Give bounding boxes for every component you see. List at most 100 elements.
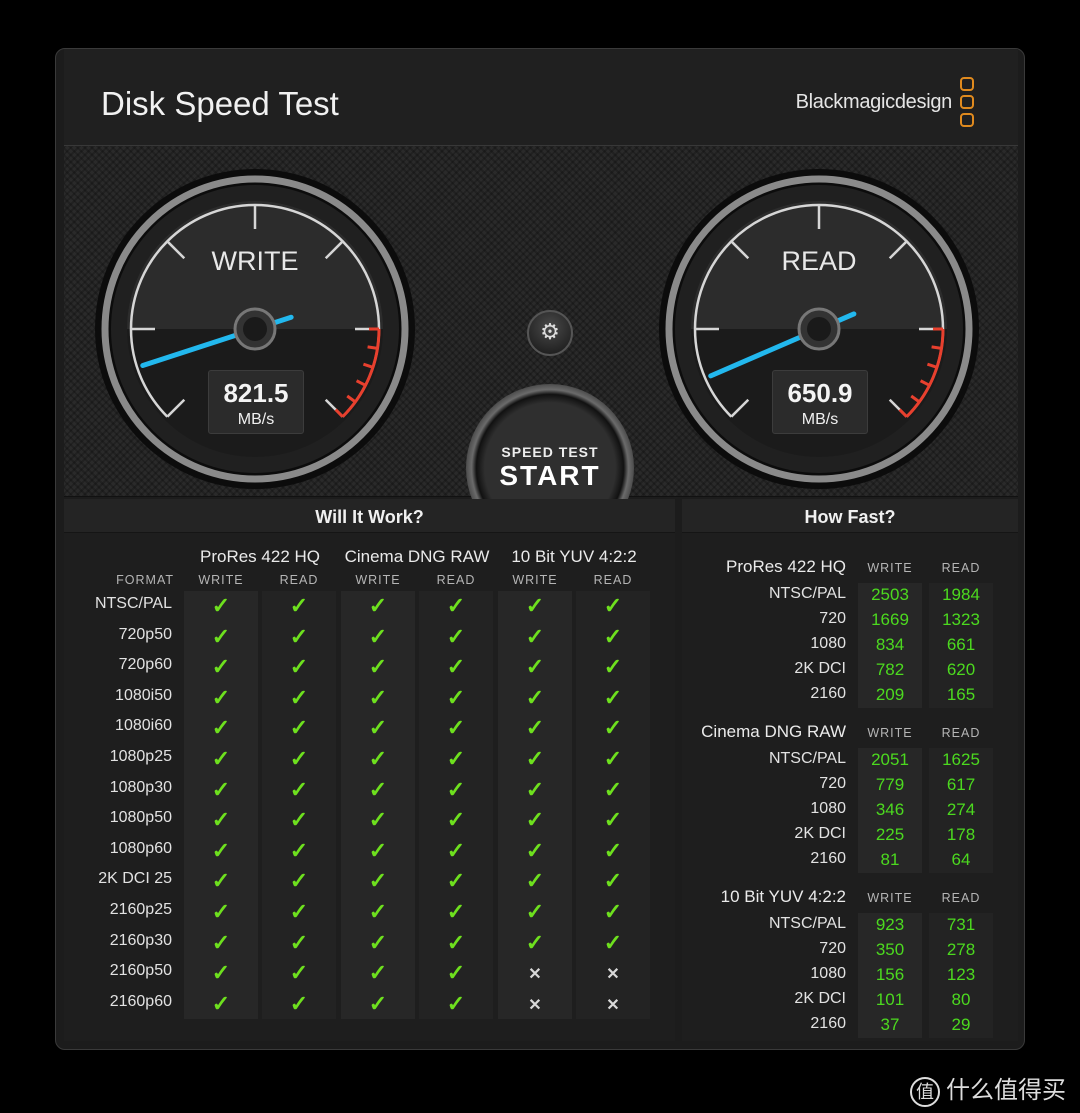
check-icon: ✓ — [525, 593, 545, 618]
start-button-caption: SPEED TEST — [501, 444, 599, 460]
write-frame-rate: 2503 — [871, 585, 909, 604]
write-frame-rate: 346 — [875, 800, 905, 819]
write-speed-unit: MB/s — [237, 411, 275, 428]
check-icon: ✓ — [525, 684, 545, 710]
speed-row-label: NTSC/PAL — [768, 915, 846, 932]
read-column-header: READ — [593, 573, 633, 587]
gauge-needle-hub-center — [807, 317, 831, 341]
check-icon: ✓ — [603, 746, 623, 771]
check-icon: ✓ — [368, 623, 388, 649]
read-gauge-label: READ — [781, 246, 857, 276]
check-icon: ✓ — [525, 899, 545, 924]
check-icon: ✓ — [211, 929, 231, 955]
check-icon: ✓ — [446, 807, 466, 833]
check-icon: ✓ — [289, 684, 309, 710]
check-icon: ✓ — [603, 899, 623, 924]
app-title: Disk Speed Test — [101, 85, 339, 122]
brand-logo-icon — [960, 77, 976, 131]
read-speed-unit: MB/s — [801, 411, 839, 428]
watermark-logo: 值 — [910, 1076, 940, 1107]
write-frame-rate: 225 — [875, 825, 905, 844]
read-column-header: READ — [941, 891, 981, 905]
brand-name: Blackmagicdesign — [795, 91, 953, 113]
write-frame-rate: 1669 — [871, 610, 909, 629]
read-frame-rate: 80 — [951, 990, 971, 1009]
write-frame-rate: 37 — [880, 1015, 900, 1034]
check-icon: ✓ — [525, 868, 545, 894]
write-gauge-label: WRITE — [211, 246, 299, 276]
check-icon: ✓ — [289, 990, 309, 1016]
read-frame-rate: 123 — [946, 965, 976, 984]
speed-row-label: NTSC/PAL — [768, 750, 846, 767]
codec-group-title: ProRes 422 HQ — [200, 547, 320, 566]
check-icon: ✓ — [603, 868, 623, 894]
check-icon: ✓ — [446, 990, 466, 1016]
check-icon: ✓ — [289, 868, 309, 894]
will-it-work-title: Will It Work? — [64, 499, 675, 533]
format-row-label: 2160p50 — [109, 962, 172, 980]
format-row-label: 2160p30 — [109, 931, 172, 949]
check-icon: ✓ — [603, 807, 623, 833]
speed-row-label: 1080 — [810, 800, 846, 817]
format-row-label: 1080p60 — [109, 839, 172, 857]
settings-button[interactable]: ⚙ — [527, 310, 573, 356]
speed-row-label: 1080 — [810, 635, 846, 652]
check-icon: ✓ — [368, 684, 388, 710]
format-row-label: 2K DCI 25 — [98, 870, 172, 888]
check-icon: ✓ — [368, 807, 388, 833]
check-icon: ✓ — [289, 776, 309, 802]
check-icon: ✓ — [525, 807, 545, 833]
check-icon: ✓ — [368, 990, 388, 1016]
write-readout: 821.5 MB/s — [208, 370, 304, 434]
read-frame-rate: 1323 — [942, 610, 980, 629]
write-frame-rate: 782 — [875, 660, 905, 679]
write-frame-rate: 209 — [875, 685, 905, 704]
check-icon: ✓ — [368, 654, 388, 680]
speed-group-title: Cinema DNG RAW — [701, 722, 846, 741]
check-icon: ✓ — [603, 654, 623, 680]
format-row-label: 1080i60 — [115, 717, 172, 735]
how-fast-panel: How Fast? ProRes 422 HQ WRITE READ NTSC/PAL… — [682, 499, 1018, 1041]
write-frame-rate: 81 — [880, 850, 900, 869]
speed-row-label: 1080 — [810, 965, 846, 982]
check-icon: ✓ — [211, 807, 231, 833]
check-icon: ✓ — [446, 837, 466, 863]
read-gauge — [659, 169, 979, 489]
check-icon: ✓ — [368, 960, 388, 986]
read-readout: 650.9 MB/s — [772, 370, 868, 434]
gauge-redline-tick — [931, 345, 942, 350]
write-frame-rate: 101 — [875, 990, 905, 1009]
check-icon: ✓ — [368, 899, 388, 924]
write-speed-value: 821.5 — [223, 378, 289, 408]
check-icon: ✓ — [446, 654, 466, 680]
check-icon: ✓ — [446, 746, 466, 771]
check-icon: ✓ — [289, 960, 309, 986]
app-window: ✕ Disk Speed Test Blackmagicdesign WRITE… — [55, 48, 1025, 1050]
check-icon: ✓ — [446, 684, 466, 710]
read-column-header: READ — [279, 573, 319, 587]
speed-row-label: 2160 — [810, 685, 846, 702]
write-frame-rate: 156 — [875, 965, 905, 984]
check-icon: ✓ — [211, 593, 231, 618]
check-icon: ✓ — [525, 837, 545, 863]
write-gauge — [95, 169, 415, 489]
check-icon: ✓ — [525, 746, 545, 771]
check-icon: ✓ — [603, 684, 623, 710]
read-column-header: READ — [436, 573, 476, 587]
write-column-header: WRITE — [867, 726, 913, 740]
codec-group-title: 10 Bit YUV 4:2:2 — [511, 547, 637, 566]
check-icon: ✓ — [446, 929, 466, 955]
check-icon: ✓ — [446, 899, 466, 924]
cross-icon: ✕ — [606, 966, 620, 984]
read-frame-rate: 731 — [946, 915, 976, 934]
watermark: 值什么值得买 — [910, 1070, 1066, 1107]
codec-group-title: Cinema DNG RAW — [344, 547, 490, 566]
gauge-needle-hub-center — [243, 317, 267, 341]
format-row-label: 1080p30 — [109, 778, 172, 796]
speed-group-title: 10 Bit YUV 4:2:2 — [720, 887, 846, 906]
format-row-label: 1080i50 — [115, 686, 172, 704]
write-frame-rate: 923 — [875, 915, 905, 934]
check-icon: ✓ — [368, 776, 388, 802]
start-button-label: START — [499, 460, 601, 491]
check-icon: ✓ — [603, 837, 623, 863]
